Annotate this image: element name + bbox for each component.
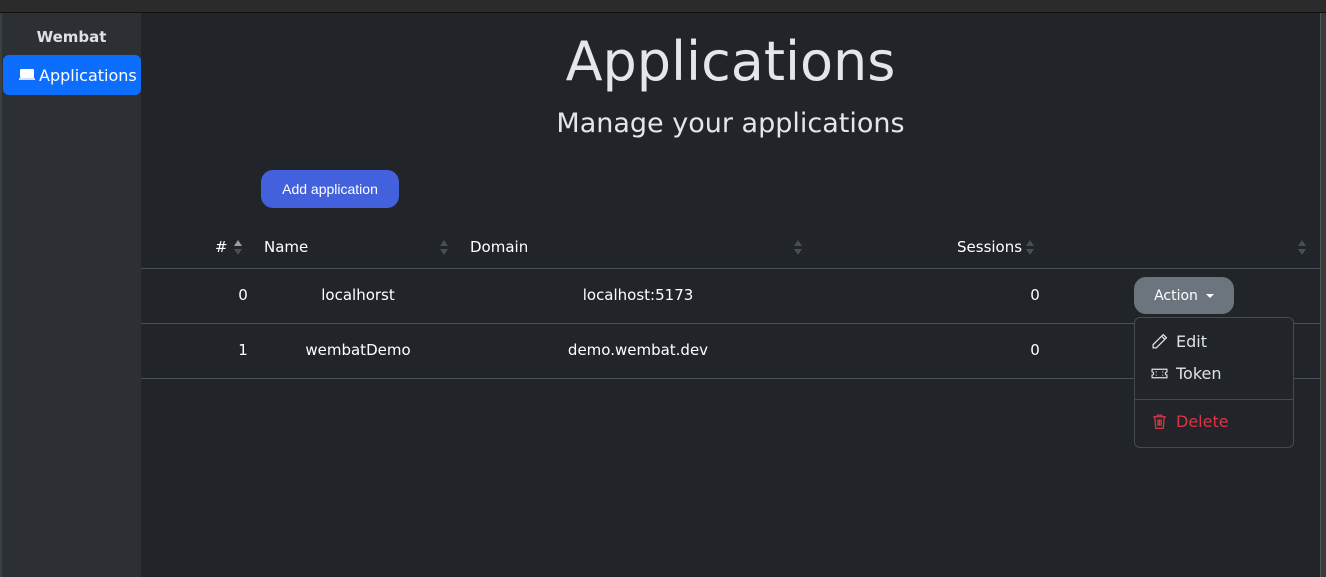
cell-name: wembatDemo — [305, 341, 411, 359]
menu-item-delete[interactable]: Delete — [1151, 412, 1229, 431]
cell-name: localhorst — [321, 286, 395, 304]
sort-icon[interactable] — [1026, 240, 1034, 256]
sort-asc-icon[interactable] — [234, 240, 242, 256]
sidebar-item-label: Applications — [39, 65, 137, 85]
cell-id: 1 — [238, 341, 248, 359]
menu-item-label: Token — [1176, 364, 1222, 383]
laptop-icon — [19, 69, 35, 81]
sidebar-item-applications[interactable]: Applications — [3, 55, 141, 95]
menu-divider — [1135, 399, 1293, 400]
pencil-icon — [1152, 333, 1168, 349]
cell-sessions: 0 — [1030, 286, 1040, 304]
cell-sessions: 0 — [1030, 341, 1040, 359]
sort-icon[interactable] — [794, 240, 802, 256]
action-dropdown-button[interactable]: Action — [1134, 277, 1234, 314]
sidebar: Wembat Applications — [0, 13, 141, 577]
page-title: Applications — [565, 30, 896, 93]
brand: Wembat — [36, 28, 107, 46]
add-application-button[interactable]: Add application — [261, 170, 399, 208]
column-header-name[interactable]: Name — [264, 238, 308, 256]
scrollbar[interactable] — [1320, 13, 1326, 577]
menu-item-token[interactable]: Token — [1151, 364, 1222, 383]
sort-icon[interactable] — [440, 240, 448, 256]
trash-icon — [1153, 414, 1166, 430]
menu-item-edit[interactable]: Edit — [1151, 332, 1207, 351]
window-top-bar — [0, 0, 1326, 13]
menu-item-label: Delete — [1176, 412, 1229, 431]
cell-domain: localhost:5173 — [582, 286, 694, 304]
cell-domain: demo.wembat.dev — [567, 341, 709, 359]
page-subtitle: Manage your applications — [556, 108, 905, 139]
caret-down-icon — [1205, 293, 1214, 298]
action-dropdown-menu: Edit Token Delete — [1134, 317, 1294, 448]
menu-item-label: Edit — [1176, 332, 1207, 351]
action-label: Action — [1154, 287, 1198, 304]
header-divider — [141, 268, 1320, 269]
column-header-id[interactable]: # — [215, 238, 228, 256]
sort-icon[interactable] — [1298, 240, 1306, 256]
column-header-domain[interactable]: Domain — [470, 238, 528, 256]
cell-id: 0 — [238, 286, 248, 304]
column-header-sessions[interactable]: Sessions — [957, 238, 1022, 256]
ticket-icon — [1151, 368, 1168, 379]
